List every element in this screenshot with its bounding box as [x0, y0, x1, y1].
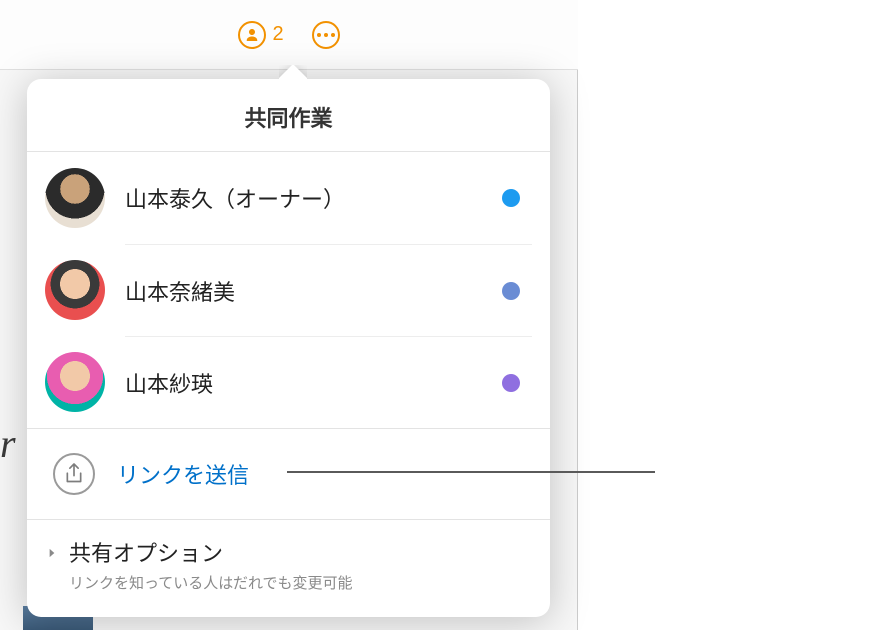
share-options-row[interactable]: 共有オプション リンクを知っている人はだれでも変更可能	[27, 520, 550, 617]
callout-line	[287, 471, 655, 473]
avatar	[45, 260, 105, 320]
collaboration-icon	[238, 21, 266, 49]
participant-name: 山本泰久（オーナー）	[125, 182, 502, 214]
collaboration-button[interactable]: 2	[238, 21, 283, 49]
popover-arrow	[279, 65, 307, 79]
document-text-fragment: r	[0, 420, 22, 467]
collaboration-popover: 共同作業 山本泰久（オーナー） 山本奈緒美 山本紗瑛	[27, 79, 550, 617]
presence-dot	[502, 282, 520, 300]
collaborator-count: 2	[272, 23, 283, 46]
share-icon	[53, 453, 95, 495]
presence-dot	[502, 189, 520, 207]
participant-row[interactable]: 山本奈緒美	[27, 244, 550, 336]
send-link-row[interactable]: リンクを送信	[27, 429, 550, 519]
participants-list: 山本泰久（オーナー） 山本奈緒美 山本紗瑛	[27, 152, 550, 428]
inspector-panel	[578, 0, 873, 630]
popover-title: 共同作業	[27, 79, 550, 152]
share-options-subtitle: リンクを知っている人はだれでも変更可能	[69, 572, 353, 593]
share-options-title: 共有オプション	[69, 536, 353, 568]
send-link-label: リンクを送信	[117, 458, 249, 490]
participant-name: 山本紗瑛	[125, 367, 502, 399]
ellipsis-icon	[312, 21, 340, 49]
avatar	[45, 168, 105, 228]
presence-dot	[502, 374, 520, 392]
participant-name: 山本奈緒美	[125, 275, 502, 307]
more-button[interactable]	[312, 21, 340, 49]
chevron-right-icon	[45, 546, 59, 560]
avatar	[45, 352, 105, 412]
participant-row[interactable]: 山本紗瑛	[27, 336, 550, 428]
toolbar: 2	[0, 0, 578, 70]
participant-row[interactable]: 山本泰久（オーナー）	[27, 152, 550, 244]
